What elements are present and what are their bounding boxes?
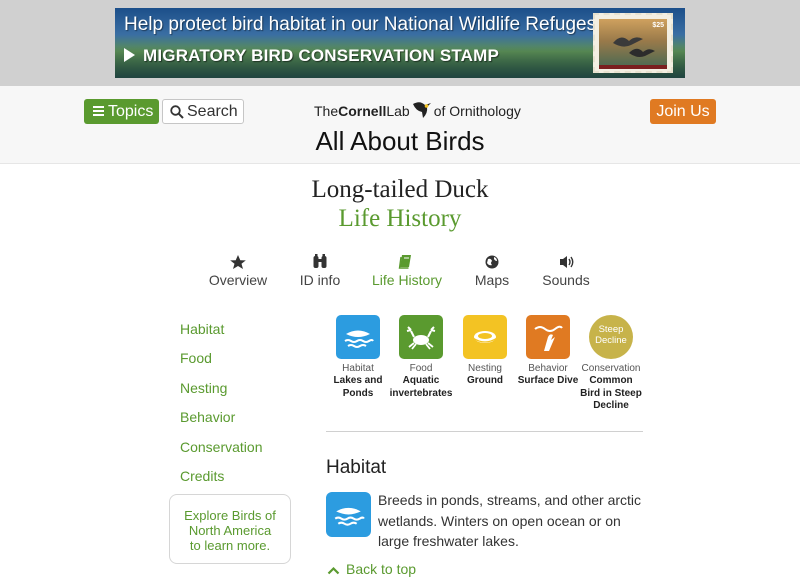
book-icon <box>398 255 411 269</box>
summary-value-line: Aquatic <box>402 375 440 386</box>
explore-line: to learn more. <box>189 538 271 553</box>
logo-lab: Lab <box>386 103 410 119</box>
steep-decline-badge: Steep Decline <box>589 324 633 346</box>
lake-icon <box>344 330 374 348</box>
chevron-up-icon <box>327 566 340 575</box>
cornell-lab-logo[interactable]: TheCornellLab of Ornithology <box>314 100 521 122</box>
behavior-summary-icon[interactable] <box>526 315 570 359</box>
star-icon <box>230 255 246 269</box>
play-arrow-icon <box>124 48 135 62</box>
summary-label: Nesting <box>468 363 502 374</box>
logo-ornithology: of Ornithology <box>433 103 521 119</box>
food-summary-icon[interactable] <box>399 315 443 359</box>
speaker-icon <box>560 256 574 268</box>
site-header: Topics Search TheCornellLab of Ornitholog… <box>0 86 800 164</box>
search-icon <box>170 105 184 119</box>
badge-line: Steep <box>598 324 624 335</box>
topics-button[interactable]: Topics <box>84 99 159 124</box>
nest-icon <box>472 331 498 343</box>
summary-value-line: invertebrates <box>389 387 453 399</box>
summary-value-line: Decline <box>593 400 629 411</box>
bird-logo-icon <box>412 102 431 118</box>
back-to-top-label: Back to top <box>346 561 417 577</box>
tab-label: Overview <box>208 272 268 288</box>
duck-stamp-image: $25 <box>593 13 673 73</box>
stamp-footer-bar <box>599 65 667 69</box>
menu-icon <box>93 106 104 116</box>
logo-the: The <box>314 103 339 119</box>
habitat-description: Breeds in ponds, streams, and other arct… <box>378 492 642 549</box>
diving-bird-icon <box>534 325 563 351</box>
site-title[interactable]: All About Birds <box>250 126 550 157</box>
nav-conservation[interactable]: Conservation <box>180 439 263 455</box>
logo-cornell: Cornell <box>338 103 387 119</box>
summary-value: Common Bird in Steep Decline <box>571 375 651 413</box>
summary-value-line: Common <box>589 375 633 386</box>
explore-line: North America <box>188 523 272 538</box>
tab-label: Sounds <box>542 272 590 288</box>
summary-label: Behavior <box>528 363 568 374</box>
ad-headline: Help protect bird habitat in our Nationa… <box>124 14 602 35</box>
join-us-button[interactable]: Join Us <box>650 99 716 124</box>
tab-id-info[interactable]: ID info <box>293 252 347 288</box>
nav-food[interactable]: Food <box>180 350 212 366</box>
nav-credits[interactable]: Credits <box>180 468 224 484</box>
ad-cta[interactable]: MIGRATORY BIRD CONSERVATION STAMP <box>124 46 499 66</box>
nav-nesting[interactable]: Nesting <box>180 380 227 396</box>
nav-behavior[interactable]: Behavior <box>180 409 235 425</box>
species-name: Long-tailed Duck <box>311 176 489 203</box>
summary-label: Habitat <box>342 363 374 374</box>
globe-icon <box>485 255 499 269</box>
nav-habitat[interactable]: Habitat <box>180 321 224 337</box>
ad-cta-label: MIGRATORY BIRD CONSERVATION STAMP <box>143 46 500 65</box>
topics-label: Topics <box>108 103 154 120</box>
tab-label: Life History <box>371 272 443 288</box>
summary-value: Aquatic invertebrates <box>381 375 461 400</box>
habitat-heading: Habitat <box>326 457 387 478</box>
summary-label: Food <box>409 363 433 374</box>
lake-icon <box>334 507 365 526</box>
stamp-value: $25 <box>652 22 664 29</box>
migratory-stamp-ad[interactable]: Help protect bird habitat in our Nationa… <box>115 8 685 78</box>
tab-sounds[interactable]: Sounds <box>538 252 594 288</box>
page-subtitle: Life History <box>338 205 462 232</box>
tab-overview[interactable]: Overview <box>205 252 271 288</box>
tab-label: Maps <box>474 272 510 288</box>
binoculars-icon <box>313 254 327 268</box>
tab-label: ID info <box>299 272 341 288</box>
section-divider <box>326 431 643 432</box>
habitat-summary-icon[interactable] <box>336 315 380 359</box>
crab-icon <box>406 326 436 350</box>
habitat-icon <box>326 492 371 537</box>
search-button[interactable]: Search <box>162 99 244 124</box>
explore-line: Explore Birds of <box>184 508 276 523</box>
back-to-top-link[interactable]: Back to top <box>327 561 416 577</box>
stamp-artwork: $25 <box>599 19 667 67</box>
tab-maps[interactable]: Maps <box>470 252 514 288</box>
nesting-summary-icon[interactable] <box>463 315 507 359</box>
tab-life-history[interactable]: Life History <box>370 252 444 288</box>
search-label: Search <box>187 103 238 120</box>
badge-line: Decline <box>595 335 627 346</box>
explore-birds-button[interactable]: Explore Birds of North America to learn … <box>169 494 291 564</box>
summary-label: Conservation <box>581 363 641 374</box>
summary-value-line: Bird in Steep <box>580 387 642 399</box>
